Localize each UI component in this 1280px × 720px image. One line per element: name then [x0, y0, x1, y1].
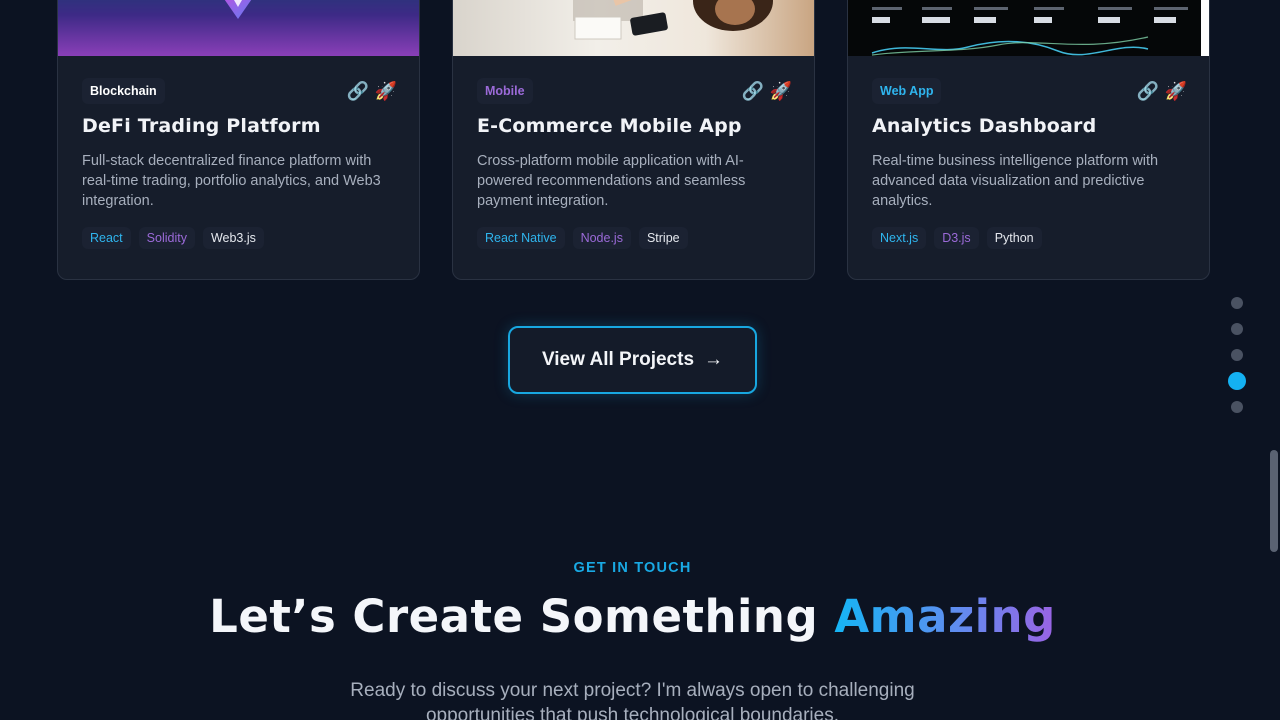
- rocket-icon[interactable]: 🚀: [1165, 81, 1187, 101]
- tech-tag: D3.js: [934, 227, 979, 249]
- rocket-icon[interactable]: 🚀: [770, 81, 792, 101]
- view-all-label: View All Projects: [541, 349, 695, 370]
- project-title: Analytics Dashboard: [872, 115, 1097, 137]
- section-nav-dot[interactable]: [1231, 297, 1243, 309]
- shopping-photo: [573, 0, 773, 40]
- tech-tag: React: [82, 227, 131, 249]
- headline-accent: Amazing: [834, 590, 1056, 643]
- tech-tag: Python: [986, 227, 1042, 249]
- tech-tag: React Native: [477, 227, 565, 249]
- tech-tags: Next.js D3.js Python: [872, 227, 1185, 249]
- arrow-right-icon: →: [704, 349, 724, 370]
- tech-tag: Stripe: [638, 227, 688, 249]
- project-thumbnail: [453, 0, 814, 56]
- contact-eyebrow: GET IN TOUCH: [573, 560, 692, 576]
- section-nav-dots: [1228, 297, 1246, 413]
- category-badge: Web App: [872, 78, 942, 104]
- project-description: Full-stack decentralized finance platfor…: [82, 153, 381, 209]
- section-nav-dot[interactable]: [1231, 401, 1243, 413]
- link-icon[interactable]: 🔗: [1137, 81, 1159, 101]
- project-description: Real-time business intelligence platform…: [872, 153, 1159, 209]
- project-card[interactable]: Web App 🔗 🚀 Analytics Dashboard Real-tim…: [847, 0, 1210, 280]
- contact-headline: Let’s Create Something Amazing: [0, 590, 1265, 643]
- category-badge: Blockchain: [82, 78, 165, 104]
- project-thumbnail: [58, 0, 419, 56]
- project-card[interactable]: Mobile 🔗 🚀 E-Commerce Mobile App Cross-p…: [452, 0, 815, 280]
- contact-lead: Ready to discuss your next project? I'm …: [350, 680, 915, 720]
- link-icon[interactable]: 🔗: [347, 81, 369, 101]
- rocket-icon[interactable]: 🚀: [375, 81, 397, 101]
- diamond-logo-icon: [224, 0, 252, 19]
- view-all-projects-button[interactable]: View All Projects →: [508, 326, 757, 394]
- project-title: DeFi Trading Platform: [82, 115, 321, 137]
- category-badge: Mobile: [477, 78, 533, 104]
- tech-tag: Node.js: [572, 227, 631, 249]
- scrollbar-thumb[interactable]: [1270, 450, 1278, 552]
- section-nav-dot-active[interactable]: [1228, 372, 1246, 390]
- link-icon[interactable]: 🔗: [742, 81, 764, 101]
- screenshot-edge: [1201, 0, 1209, 56]
- tech-tag: Web3.js: [202, 227, 264, 249]
- projects-grid: Blockchain 🔗 🚀 DeFi Trading Platform Ful…: [57, 0, 1210, 280]
- project-card[interactable]: Blockchain 🔗 🚀 DeFi Trading Platform Ful…: [57, 0, 420, 280]
- project-description: Cross-platform mobile application with A…: [477, 153, 746, 209]
- section-nav-dot[interactable]: [1231, 349, 1243, 361]
- tech-tags: React Solidity Web3.js: [82, 227, 395, 249]
- headline-plain: Let’s Create Something: [209, 590, 835, 643]
- project-thumbnail: [848, 0, 1209, 56]
- tech-tag: Solidity: [138, 227, 195, 249]
- section-nav-dot[interactable]: [1231, 323, 1243, 335]
- tech-tag: Next.js: [872, 227, 927, 249]
- project-title: E-Commerce Mobile App: [477, 115, 742, 137]
- dashboard-screenshot: [871, 7, 1188, 56]
- tech-tags: React Native Node.js Stripe: [477, 227, 790, 249]
